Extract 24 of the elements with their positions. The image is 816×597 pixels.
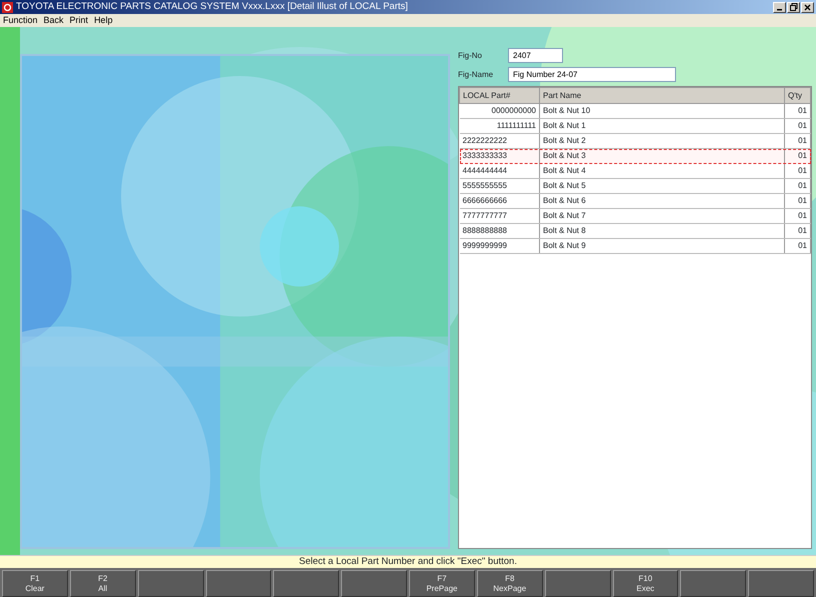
- blank-function-key[interactable]: [748, 570, 814, 597]
- blank-function-key[interactable]: [341, 570, 407, 597]
- function-key[interactable]: F10 Exec: [612, 570, 678, 597]
- close-button[interactable]: [801, 2, 814, 12]
- window-title: TOYOTA ELECTRONIC PARTS CATALOG SYSTEM Vxxx.Lxxx [Detail Illust of LOCAL Parts]: [16, 0, 408, 14]
- function-key[interactable]: F1 Clear: [2, 570, 68, 597]
- function-key[interactable]: F2 All: [70, 570, 136, 597]
- restore-icon: [790, 3, 798, 11]
- close-icon: [804, 4, 811, 10]
- blank-function-key[interactable]: [273, 570, 340, 597]
- menu-item[interactable]: Help: [94, 16, 113, 25]
- blank-function-key[interactable]: [680, 570, 746, 597]
- app-icon: [2, 2, 13, 12]
- blank-function-key[interactable]: [138, 570, 204, 597]
- status-message: Select a Local Part Number and click "Exec" button.: [0, 555, 816, 568]
- maximize-button[interactable]: [787, 2, 800, 12]
- blank-function-key[interactable]: [544, 570, 610, 597]
- menu-item[interactable]: Print: [70, 16, 88, 25]
- blank-function-key[interactable]: [206, 570, 272, 597]
- menu-item[interactable]: Function: [3, 16, 38, 25]
- menu-item[interactable]: Back: [44, 16, 64, 25]
- minimize-button[interactable]: [773, 2, 786, 12]
- function-key[interactable]: F7 PrePage: [409, 570, 475, 597]
- function-key[interactable]: F8 NexPage: [476, 570, 543, 597]
